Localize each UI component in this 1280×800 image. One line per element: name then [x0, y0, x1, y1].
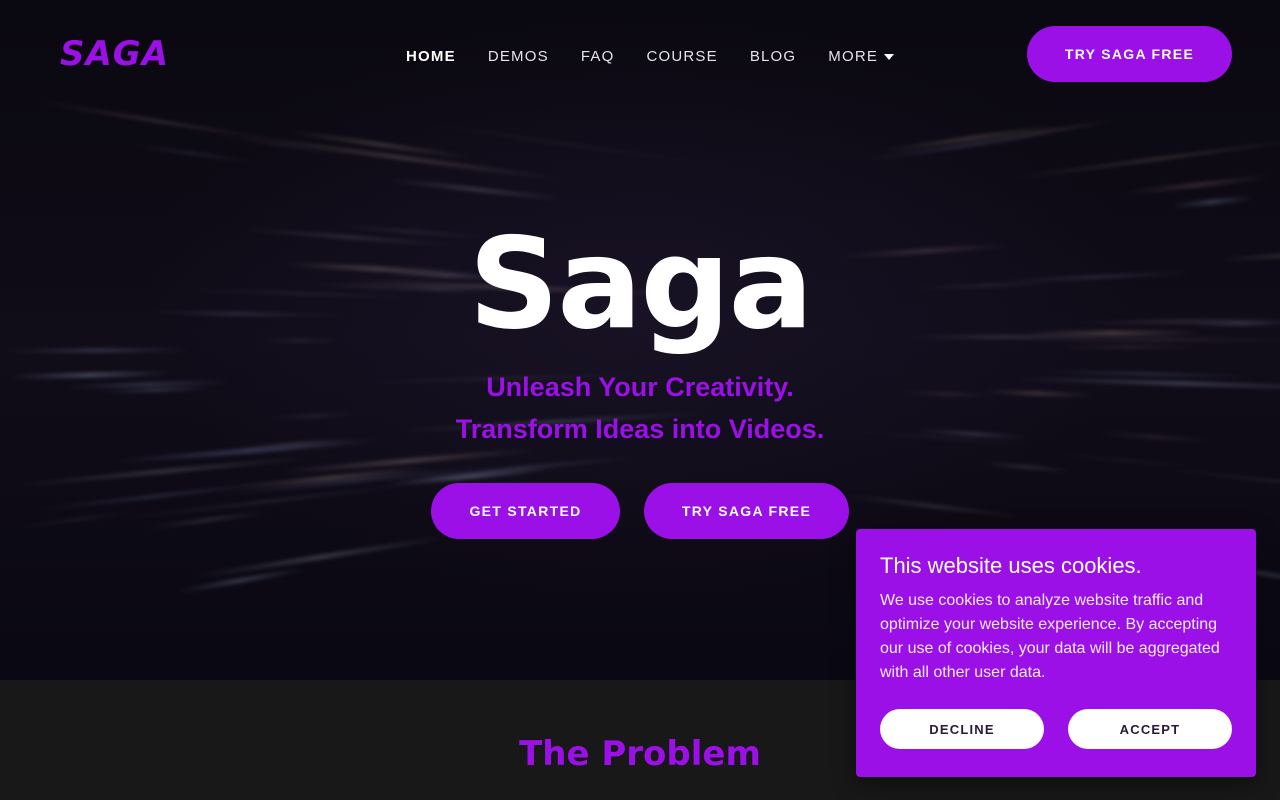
- light-streak: [863, 131, 1063, 162]
- main-nav: HOME DEMOS FAQ COURSE BLOG MORE: [406, 48, 895, 65]
- decline-cookies-button[interactable]: DECLINE: [880, 709, 1044, 749]
- light-streak: [1004, 137, 1280, 181]
- light-streak: [979, 462, 1073, 474]
- light-streak: [838, 494, 1025, 518]
- light-streak: [387, 178, 566, 201]
- light-streak: [879, 123, 1060, 154]
- light-streak: [1172, 196, 1254, 209]
- saga-logo[interactable]: SAGA: [60, 34, 169, 74]
- nav-item-course[interactable]: COURSE: [646, 48, 717, 65]
- light-streak: [128, 144, 256, 163]
- nav-item-demos[interactable]: DEMOS: [488, 48, 549, 65]
- nav-item-faq[interactable]: FAQ: [581, 48, 615, 65]
- light-streak: [1048, 453, 1201, 468]
- light-streak: [1121, 174, 1272, 196]
- hero-tagline-line1: Unleash Your Creativity.: [486, 372, 794, 402]
- try-saga-free-hero-button[interactable]: TRY SAGA FREE: [644, 483, 849, 539]
- nav-item-blog[interactable]: BLOG: [750, 48, 796, 65]
- nav-item-more-label: MORE: [828, 48, 879, 65]
- cookie-banner: This website uses cookies. We use cookie…: [856, 529, 1256, 777]
- nav-item-home[interactable]: HOME: [406, 48, 456, 65]
- hero-title: Saga: [468, 210, 814, 357]
- accept-cookies-button[interactable]: ACCEPT: [1068, 709, 1232, 749]
- nav-item-more[interactable]: MORE: [828, 48, 895, 65]
- chevron-down-icon: [884, 53, 895, 60]
- light-streak: [954, 119, 1118, 146]
- hero-tagline-line2: Transform Ideas into Videos.: [455, 414, 825, 444]
- get-started-button[interactable]: GET STARTED: [431, 483, 620, 539]
- try-saga-free-nav-button[interactable]: TRY SAGA FREE: [1027, 26, 1232, 82]
- light-streak: [16, 510, 140, 528]
- light-streak: [1157, 468, 1280, 494]
- cookie-banner-title: This website uses cookies.: [880, 553, 1142, 578]
- cookie-banner-text: We use cookies to analyze website traffi…: [880, 592, 1220, 681]
- light-streak: [234, 134, 565, 182]
- light-streak: [193, 535, 448, 579]
- light-streak: [408, 121, 730, 169]
